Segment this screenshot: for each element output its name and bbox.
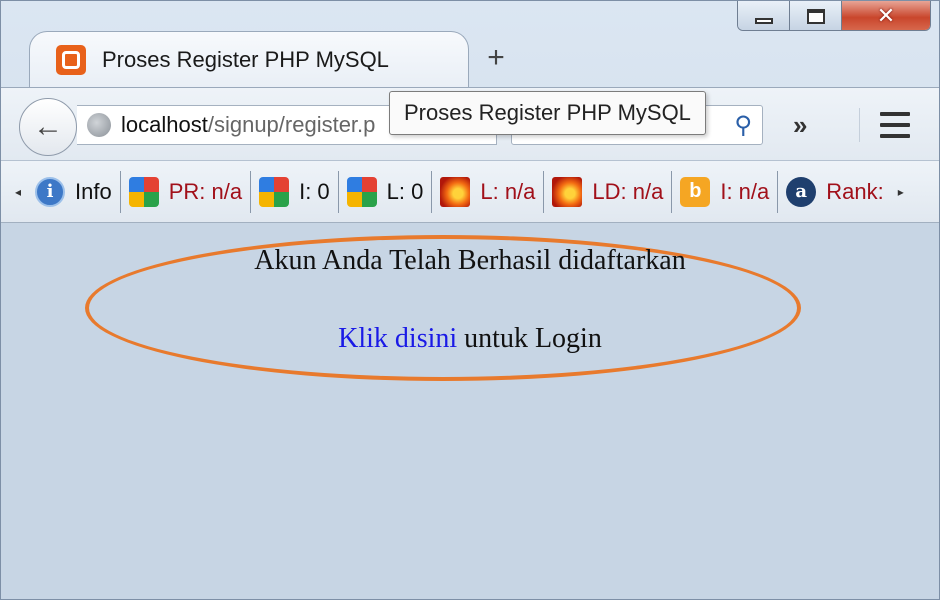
tab-tooltip: Proses Register PHP MySQL [389, 91, 706, 135]
flame-icon [552, 176, 583, 207]
overflow-chevron-icon[interactable]: » [793, 110, 807, 141]
close-button[interactable]: ✕ [842, 1, 930, 30]
google-icon [346, 176, 377, 207]
bing-icon: b [680, 176, 711, 207]
scroll-right-icon[interactable]: ▸ [892, 185, 910, 199]
new-tab-button[interactable]: + [481, 41, 511, 75]
hamburger-menu-button[interactable] [859, 108, 919, 142]
seo-item-pagerank[interactable]: PR: n/a [121, 170, 252, 213]
seo-item-links[interactable]: L: n/a [432, 170, 545, 213]
seo-item-alexa-rank[interactable]: a Rank: [778, 171, 891, 213]
login-suffix: untuk Login [457, 323, 602, 354]
info-icon: i [35, 176, 65, 207]
seo-label: Info [75, 178, 112, 204]
success-message: Akun Anda Telah Berhasil didaftarkan [254, 245, 686, 276]
seo-label: I: n/a [720, 178, 770, 204]
minimize-button[interactable] [738, 1, 790, 30]
maximize-button[interactable] [790, 1, 842, 30]
seo-label: L: 0 [386, 178, 424, 204]
maximize-icon [806, 8, 825, 24]
close-icon: ✕ [876, 3, 896, 29]
login-line: Klik disini untuk Login [1, 323, 939, 355]
url-host: localhost [121, 112, 208, 137]
globe-icon [87, 113, 111, 137]
menu-bar-icon [879, 123, 910, 127]
seo-item-google-links[interactable]: L: 0 [339, 170, 433, 213]
menu-bar-icon [879, 112, 910, 116]
seo-label: Rank: [826, 178, 884, 204]
scroll-left-icon[interactable]: ◂ [9, 185, 27, 199]
seo-label: LD: n/a [592, 178, 664, 204]
tab-active[interactable]: Proses Register PHP MySQL [29, 31, 469, 87]
seo-item-bing-index[interactable]: b I: n/a [672, 170, 779, 213]
menu-bar-icon [879, 134, 910, 138]
page-content: Akun Anda Telah Berhasil didaftarkan Kli… [1, 223, 939, 599]
window-controls: ✕ [737, 1, 931, 31]
back-arrow-icon: ← [33, 110, 63, 143]
google-icon [259, 176, 290, 207]
url-path: /signup/register.p [207, 112, 376, 137]
alexa-icon: a [786, 176, 817, 207]
minimize-icon [754, 18, 773, 24]
tab-title: Proses Register PHP MySQL [102, 46, 389, 72]
seo-label: L: n/a [480, 178, 536, 204]
browser-window: ✕ Proses Register PHP MySQL + ← localhos… [0, 0, 940, 600]
search-icon[interactable]: ⚲ [734, 111, 752, 140]
seo-label: I: 0 [299, 178, 330, 204]
seo-item-link-domains[interactable]: LD: n/a [544, 170, 673, 213]
google-icon [128, 176, 159, 207]
back-button[interactable]: ← [19, 98, 77, 156]
seo-item-info[interactable]: i Info [27, 170, 121, 213]
xampp-favicon-icon [56, 44, 86, 75]
seo-item-google-index[interactable]: I: 0 [251, 170, 339, 213]
url-text: localhost/signup/register.p [121, 112, 375, 138]
seo-toolbar: ◂ i Info PR: n/a I: 0 L: 0 L: n/a LD: n/… [1, 161, 939, 223]
login-link[interactable]: Klik disini [338, 323, 457, 354]
seo-label: PR: n/a [168, 178, 243, 204]
flame-icon [440, 176, 471, 207]
